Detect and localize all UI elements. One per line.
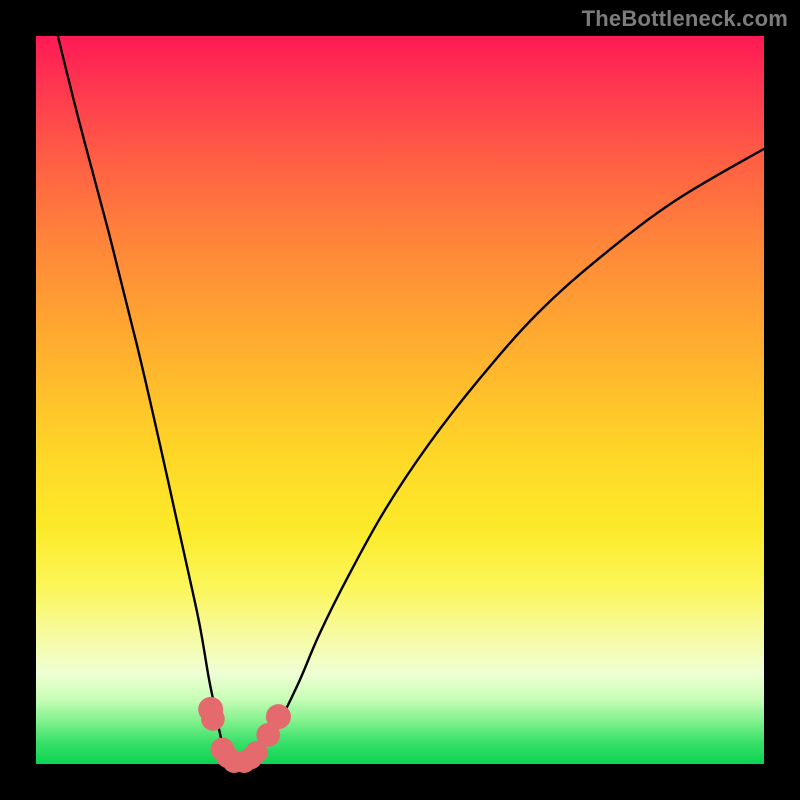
curve-layer — [36, 36, 764, 764]
marker-group — [198, 697, 291, 773]
watermark-text: TheBottleneck.com — [582, 6, 788, 32]
outer-frame: TheBottleneck.com — [0, 0, 800, 800]
left-branch-curve — [58, 36, 236, 764]
data-marker — [201, 707, 225, 731]
right-branch-curve — [236, 149, 764, 764]
data-marker — [266, 704, 291, 729]
